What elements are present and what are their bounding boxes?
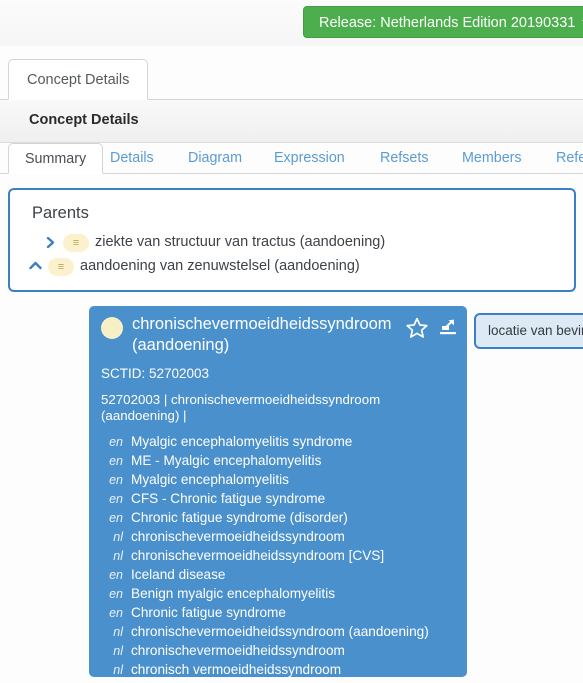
synonym-term: chronischevermoeidheidssyndroom [CVS] — [131, 548, 385, 563]
tab-details[interactable]: Details — [110, 143, 170, 174]
parent-label[interactable]: ziekte van structuur van tractus (aandoe… — [95, 231, 385, 255]
synonym-language: en — [109, 568, 123, 582]
attribute-panel-label: locatie van bevin — [488, 323, 583, 338]
tab-label: Refe — [556, 150, 583, 166]
synonym-term: chronischevermoeidheidssyndroom (aandoen… — [131, 624, 429, 639]
tab-expression[interactable]: Expression — [274, 143, 360, 174]
synonym-language: nl — [113, 644, 123, 658]
synonym-language: en — [109, 454, 123, 468]
inner-tab-strip: Summary Details Diagram Expression Refsets Me… — [0, 143, 583, 174]
concept-sctid: SCTID: 52702003 — [101, 366, 210, 381]
outer-tab-label: Concept Details — [27, 72, 130, 88]
export-icon[interactable] — [433, 316, 458, 341]
parents-title: Parents — [32, 204, 89, 222]
chevron-up-icon[interactable] — [27, 255, 43, 279]
tab-label: Diagram — [188, 150, 243, 166]
panel-header: Concept Details — [0, 100, 583, 143]
synonym-row[interactable]: en Iceland disease — [101, 565, 461, 584]
concept-fsn: 52702003 | chronischevermoeidheidssyndro… — [101, 392, 381, 423]
tab-summary[interactable]: Summary — [8, 143, 104, 174]
synonym-term: Chronic fatigue syndrome (disorder) — [131, 510, 348, 525]
tab-label: Expression — [274, 150, 345, 166]
tab-label: Summary — [25, 151, 87, 167]
top-bar: Release: Netherlands Edition 20190331 — [0, 0, 583, 46]
parent-label[interactable]: aandoening van zenuwstelsel (aandoening) — [80, 255, 360, 279]
synonym-language: en — [109, 435, 123, 449]
concept-details-app: Release: Netherlands Edition 20190331 Co… — [0, 0, 583, 683]
synonym-language: nl — [113, 625, 123, 639]
tab-label: Refsets — [380, 150, 429, 166]
synonym-term: Myalgic encephalomyelitis syndrome — [131, 434, 353, 449]
synonym-language: en — [109, 587, 123, 601]
synonym-row[interactable]: en ME - Myalgic encephalomyelitis — [101, 451, 461, 470]
page-title: Concept Details — [29, 112, 139, 128]
synonym-language: nl — [113, 530, 123, 544]
concept-type-badge: ≡ — [48, 258, 74, 276]
synonym-term: CFS - Chronic fatigue syndrome — [131, 491, 326, 506]
synonym-row[interactable]: nl chronischevermoeidheidssyndroom (aando… — [101, 622, 461, 641]
synonym-term: Iceland disease — [131, 567, 226, 582]
outer-tab-strip: Concept Details — [0, 59, 583, 100]
synonym-row[interactable]: en Myalgic encephalomyelitis — [101, 470, 461, 489]
synonym-language: en — [109, 606, 123, 620]
concept-type-badge: ≡ — [63, 234, 89, 252]
release-selector-button[interactable]: Release: Netherlands Edition 20190331 — [303, 6, 583, 38]
synonym-language: en — [109, 473, 123, 487]
star-outline-icon[interactable] — [405, 316, 429, 345]
attribute-panel[interactable]: locatie van bevin — [474, 313, 583, 349]
synonym-row[interactable]: en Chronic fatigue syndrome (disorder) — [101, 508, 461, 527]
tab-refsets[interactable]: Refsets — [380, 143, 440, 174]
concept-card-actions — [405, 316, 458, 338]
synonym-row[interactable]: nl chronischevermoeidheidssyndroom [CVS] — [101, 546, 461, 565]
synonym-language: en — [109, 511, 123, 525]
tab-label: Members — [462, 150, 522, 166]
synonym-language: nl — [113, 663, 123, 677]
tab-refe[interactable]: Refe — [556, 143, 583, 174]
synonym-term: chronischevermoeidheidssyndroom — [131, 529, 345, 544]
concept-title: chronischevermoeidheidssyndroom (aandoen… — [132, 315, 392, 354]
chevron-right-icon[interactable] — [43, 231, 59, 255]
synonym-row[interactable]: nl chronischevermoeidheidssyndroom — [101, 527, 461, 546]
outer-tab-concept-details[interactable]: Concept Details — [8, 59, 149, 100]
synonym-list: en Myalgic encephalomyelitis syndrome en ME… — [101, 432, 461, 677]
concept-status-dot-icon — [101, 317, 123, 339]
synonym-term: Benign myalgic encephalomyelitis — [131, 586, 336, 601]
synonym-term: Chronic fatigue syndrome — [131, 605, 286, 620]
concept-card[interactable]: chronischevermoeidheidssyndroom (aandoen… — [89, 306, 467, 677]
synonym-row[interactable]: en Chronic fatigue syndrome — [101, 603, 461, 622]
synonym-term: ME - Myalgic encephalomyelitis — [131, 453, 322, 468]
synonym-row[interactable]: nl chronischevermoeidheidssyndroom — [101, 641, 461, 660]
synonym-language: en — [109, 492, 123, 506]
tab-diagram[interactable]: Diagram — [188, 143, 254, 174]
parents-panel: Parents ≡ ziekte van structuur van tract… — [8, 188, 576, 292]
synonym-row[interactable]: en Myalgic encephalomyelitis syndrome — [101, 432, 461, 451]
synonym-term: chronischevermoeidheidssyndroom — [131, 643, 345, 658]
synonym-term: chronisch vermoeidheidssyndroom — [131, 662, 342, 677]
tab-label: Details — [110, 150, 154, 166]
synonym-row[interactable]: nl chronisch vermoeidheidssyndroom — [101, 660, 461, 677]
synonym-language: nl — [113, 549, 123, 563]
tab-members[interactable]: Members — [462, 143, 528, 174]
release-selector-label: Release: Netherlands Edition 20190331 — [319, 15, 576, 31]
synonym-row[interactable]: en CFS - Chronic fatigue syndrome — [101, 489, 461, 508]
synonym-term: Myalgic encephalomyelitis — [131, 472, 289, 487]
synonym-row[interactable]: en Benign myalgic encephalomyelitis — [101, 584, 461, 603]
